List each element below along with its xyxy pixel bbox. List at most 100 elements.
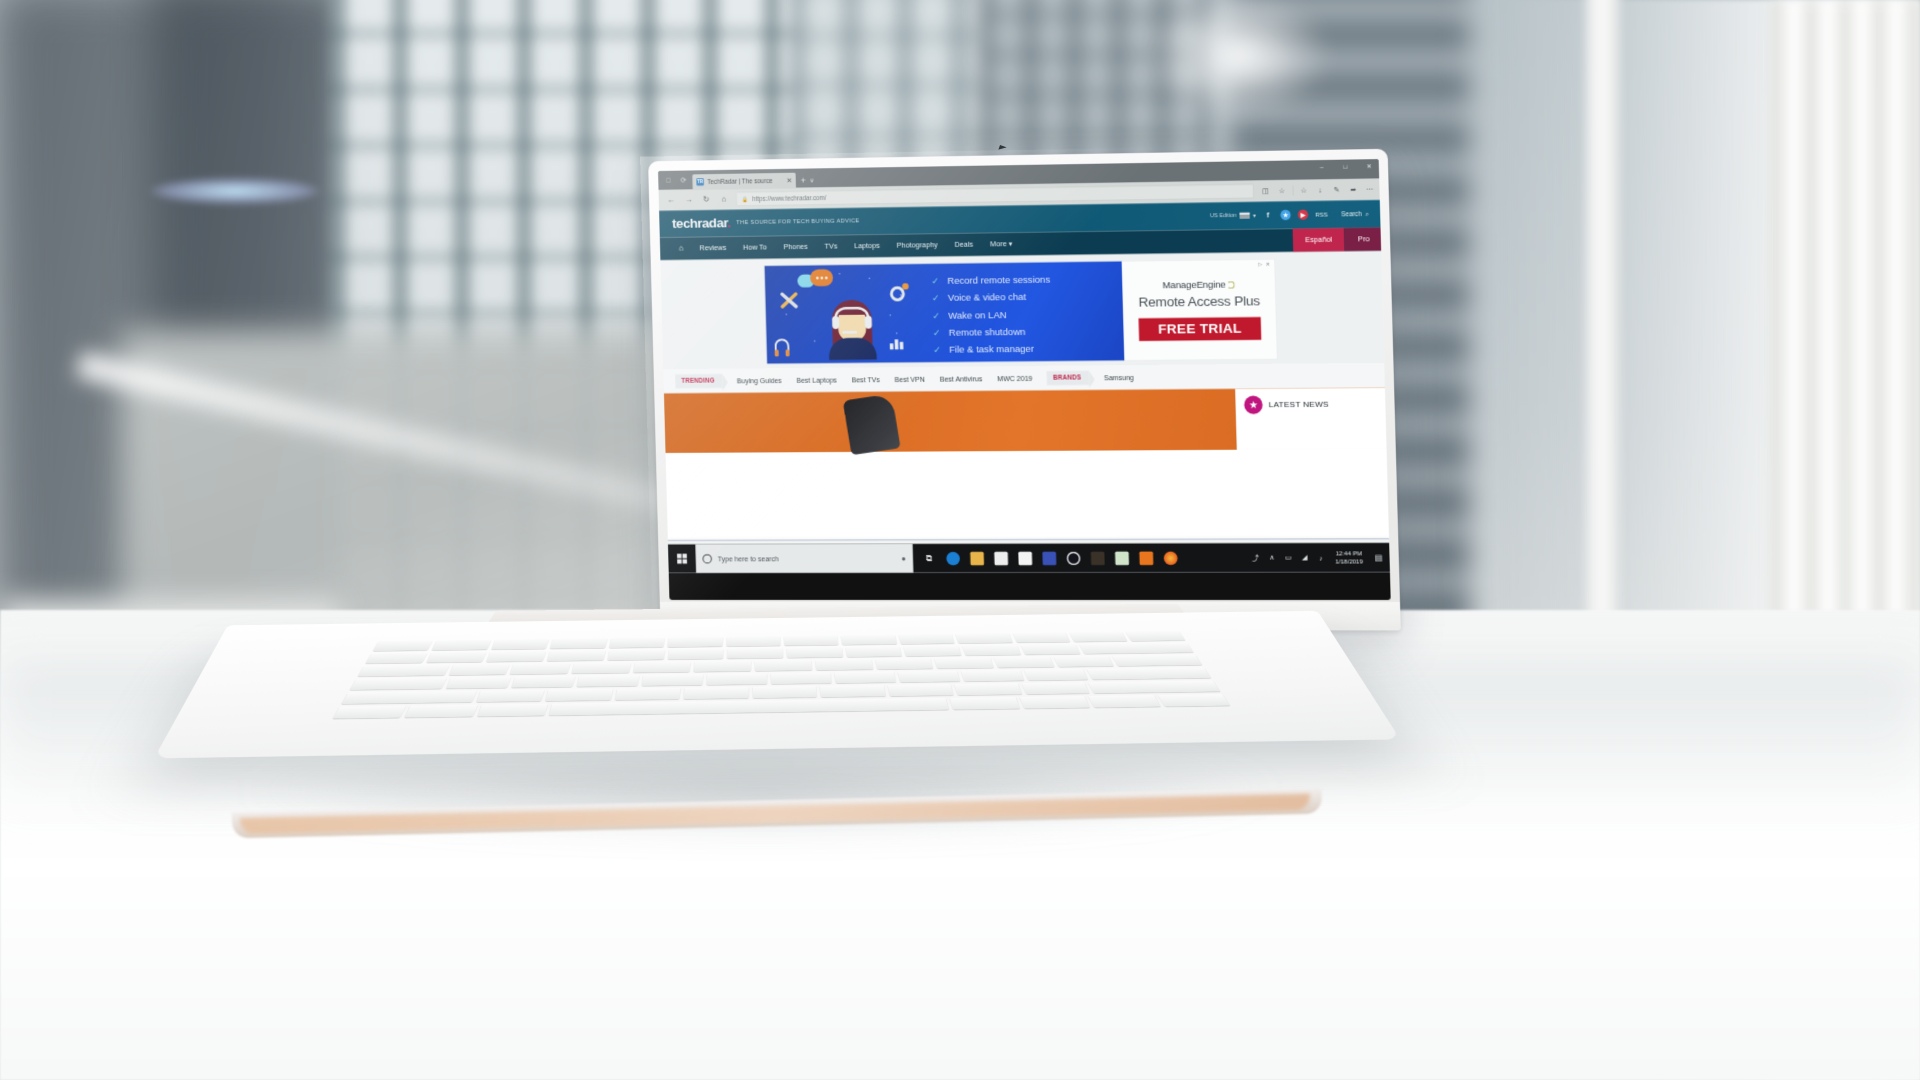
trending-item-best-laptops[interactable]: Best Laptops (789, 376, 844, 384)
advertisement[interactable]: ✓ Record remote sessions ✓ Voice & video… (764, 259, 1278, 364)
minimize-button[interactable]: – (1310, 160, 1334, 175)
free-trial-button[interactable]: FREE TRIAL (1138, 317, 1262, 342)
nav-item-reviews[interactable]: Reviews (691, 244, 735, 253)
ad-feature-item: ✓ Wake on LAN (932, 308, 1123, 321)
nav-item-phones[interactable]: Phones (775, 243, 816, 252)
pro-button[interactable]: Pro (1344, 227, 1384, 252)
manageengine-logo: ManageEngine (1162, 279, 1235, 291)
taskbar-app-mail[interactable] (1013, 544, 1038, 573)
nav-item-more[interactable]: More ▾ (982, 240, 1021, 249)
search-icon: ⌕ (1365, 209, 1369, 218)
pin-icon[interactable]: ⤴ (1247, 553, 1264, 563)
nav-item-how-to[interactable]: How To (735, 243, 776, 252)
browser-tab[interactable]: TR TechRadar | The source ✕ (692, 172, 796, 190)
advertisement-area: ✓ Record remote sessions ✓ Voice & video… (660, 250, 1387, 370)
taskbar-app-firefox[interactable] (1158, 543, 1183, 572)
taskbar-clock[interactable]: 12:44 PM 1/18/2019 (1329, 549, 1369, 566)
volume-icon[interactable]: ♪ (1313, 554, 1330, 562)
headphones-icon (774, 338, 790, 352)
favorite-star-icon[interactable]: ☆ (1274, 183, 1290, 198)
espanol-button[interactable]: Español (1292, 227, 1345, 253)
ad-brand-panel: ▷ ✕ ManageEngine Remote Access Plus FREE… (1121, 259, 1278, 361)
check-icon: ✓ (932, 310, 940, 321)
youtube-icon[interactable]: ▶ (1297, 209, 1309, 220)
taskbar-app-file-explorer[interactable] (964, 544, 989, 573)
taskbar-search[interactable]: Type here to search ● (695, 543, 914, 574)
rss-link[interactable]: RSS (1315, 211, 1328, 218)
nav-item-deals[interactable]: Deals (946, 241, 982, 250)
save-tabs-icon[interactable]: ⎕ (662, 174, 675, 187)
microphone-icon[interactable]: ● (901, 554, 906, 563)
taskbar-app-edge[interactable] (940, 544, 965, 573)
facebook-icon[interactable]: f (1263, 210, 1274, 220)
tools-icon (778, 289, 800, 311)
clock-time: 12:44 PM (1335, 549, 1363, 558)
refresh-icon[interactable]: ↻ (698, 191, 715, 208)
task-view-icon[interactable]: ⧉ (917, 544, 942, 573)
hero-article[interactable]: ★ LATEST NEWS (663, 387, 1389, 456)
window-controls: – □ ✕ (1310, 159, 1381, 174)
tab-close-icon[interactable]: ✕ (786, 176, 792, 184)
ad-product-name: Remote Access Plus (1138, 293, 1261, 310)
taskbar-app-teams[interactable] (1037, 544, 1062, 573)
restore-tabs-icon[interactable]: ⟳ (677, 174, 690, 187)
ad-illustration (765, 264, 931, 364)
taskbar-app-notepad[interactable] (1109, 543, 1134, 572)
taskbar-apps: ⧉ (913, 543, 1183, 573)
action-center-icon[interactable]: ▤ (1369, 553, 1388, 563)
trending-item-best-antivirus[interactable]: Best Antivirus (932, 374, 990, 383)
site-logo[interactable]: techradar. (672, 215, 731, 231)
ad-feature-label: Remote shutdown (948, 326, 1026, 338)
cortana-icon (702, 553, 713, 564)
trending-item-buying-guides[interactable]: Buying Guides (729, 376, 789, 384)
nav-item-tvs[interactable]: TVs (816, 242, 846, 251)
battery-icon[interactable]: ▭ (1280, 554, 1297, 562)
start-button[interactable] (668, 544, 696, 573)
nav-cta-group: Español Pro (1292, 227, 1384, 253)
notes-icon[interactable]: ✎ (1329, 182, 1345, 198)
nav-item-home[interactable]: ⌂ (671, 244, 692, 253)
trending-item-best-vpn[interactable]: Best VPN (887, 375, 932, 383)
taskbar-app-opera[interactable] (1061, 543, 1086, 572)
brand-item-samsung[interactable]: Samsung (1096, 373, 1141, 381)
home-icon[interactable]: ⌂ (715, 191, 732, 208)
ad-feature-item: ✓ File & task manager (933, 343, 1124, 356)
keyboard[interactable] (332, 630, 1230, 719)
chevron-down-icon[interactable]: ∨ (810, 177, 814, 183)
flag-icon (1239, 212, 1250, 219)
hub-star-icon[interactable]: ☆ (1296, 183, 1312, 198)
nav-item-laptops[interactable]: Laptops (846, 242, 889, 251)
new-tab-button[interactable]: + (801, 175, 806, 186)
reading-view-icon[interactable]: ◫ (1258, 183, 1274, 198)
gear-dot-icon (902, 283, 909, 290)
clock-date: 1/18/2019 (1335, 558, 1363, 566)
windows-logo-icon (677, 553, 688, 564)
search-button[interactable]: Search ⌕ (1341, 210, 1369, 218)
support-agent-illustration (825, 299, 880, 361)
trending-label: TRENDING (675, 373, 723, 389)
laptop-lid: ⎕ ⟳ TR TechRadar | The source ✕ + ∨ – □ … (648, 148, 1401, 631)
more-options-icon[interactable]: ⋯ (1362, 182, 1378, 198)
trending-item-mwc-2019[interactable]: MWC 2019 (990, 374, 1040, 382)
taskbar-app-microsoft-store[interactable] (988, 544, 1013, 573)
system-tray: ⤴ ∧ ▭ ◢ ♪ 12:44 PM 1/18/2019 ▤ (1247, 549, 1391, 566)
taskbar-app-orange[interactable] (1085, 543, 1110, 572)
taskbar-app-vlc[interactable] (1134, 543, 1159, 572)
maximize-button[interactable]: □ (1333, 159, 1357, 174)
show-hidden-icons[interactable]: ∧ (1263, 554, 1280, 562)
ad-choices-icon[interactable]: ▷ ✕ (1258, 262, 1271, 268)
latest-news-label: LATEST NEWS (1268, 399, 1329, 409)
edition-selector[interactable]: US Edition ▾ (1210, 212, 1256, 219)
back-icon[interactable]: ← (662, 192, 679, 209)
display-bezel: ⎕ ⟳ TR TechRadar | The source ✕ + ∨ – □ … (658, 159, 1391, 600)
check-icon: ✓ (933, 345, 941, 355)
twitter-icon[interactable]: ★ (1280, 209, 1291, 221)
forward-icon[interactable]: → (680, 191, 697, 208)
wifi-icon[interactable]: ◢ (1296, 554, 1313, 562)
downloads-icon[interactable]: ↓ (1312, 182, 1328, 198)
close-button[interactable]: ✕ (1357, 159, 1381, 174)
trending-item-best-tvs[interactable]: Best TVs (844, 375, 887, 383)
nav-item-photography[interactable]: Photography (888, 241, 946, 250)
search-placeholder: Type here to search (717, 554, 779, 563)
share-icon[interactable]: ➦ (1345, 182, 1361, 198)
